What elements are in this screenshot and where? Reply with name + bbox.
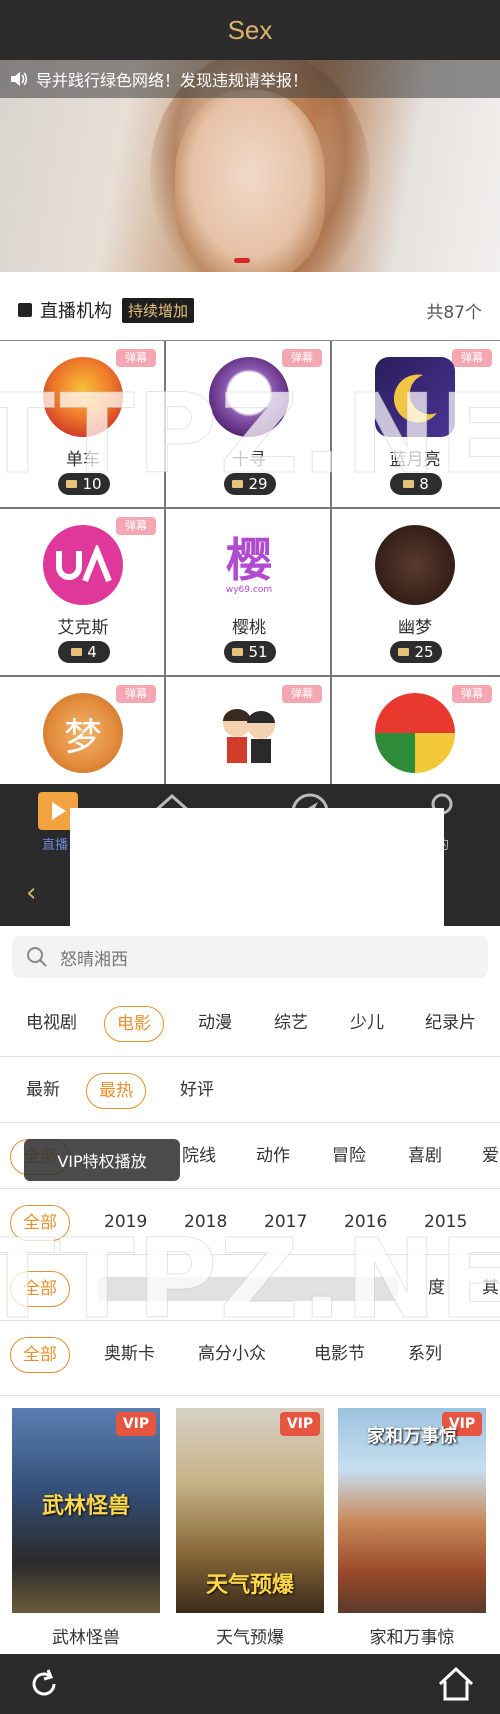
platform-logo: [375, 693, 455, 773]
search-icon: [27, 947, 47, 967]
danmu-badge: 弹幕: [116, 685, 156, 703]
poster-title: 家和万事惊: [367, 1426, 457, 1447]
sort-filter-row: 最新 最热 好评: [0, 1056, 500, 1122]
bottom-toolbar: [0, 1654, 500, 1714]
platform-card[interactable]: 弹幕: [166, 677, 332, 790]
movie-poster[interactable]: VIP 武林怪兽: [12, 1408, 160, 1613]
movie-title: 武林怪兽: [52, 1628, 120, 1648]
filter-chip-active[interactable]: 最热: [86, 1073, 146, 1109]
platform-logo: [43, 525, 123, 605]
section-title: 直播机构: [40, 301, 112, 322]
back-arrow-icon[interactable]: ‹: [26, 878, 36, 908]
watermark-text: TTPZ.NE: [0, 1215, 500, 1344]
filter-chip[interactable]: 喜剧: [408, 1139, 442, 1175]
platform-name: 幽梦: [398, 618, 432, 638]
banner-photo: [175, 90, 325, 272]
movie-poster[interactable]: VIP 天气预爆: [176, 1408, 324, 1613]
filter-chip[interactable]: 综艺: [274, 1006, 308, 1042]
movie-card[interactable]: VIP 家和万事惊 家和万事惊: [338, 1408, 486, 1648]
platform-card[interactable]: 弹幕 艾克斯 4: [0, 509, 166, 677]
danmu-badge: 弹幕: [116, 517, 156, 535]
category-filter-row: 电视剧 电影 动漫 综艺 少儿 纪录片: [0, 990, 500, 1056]
filter-chip[interactable]: 纪录片: [425, 1006, 476, 1042]
live-count: 4: [58, 641, 110, 663]
danmu-badge: 弹幕: [452, 685, 492, 703]
live-count: 51: [224, 641, 276, 663]
movie-grid: VIP 武林怪兽 武林怪兽 VIP 天气预爆 天气预爆 VIP 家和万事惊 家和…: [0, 1395, 500, 1650]
movie-card[interactable]: VIP 天气预爆 天气预爆: [176, 1408, 324, 1648]
danmu-badge: 弹幕: [116, 349, 156, 367]
poster-title: 武林怪兽: [41, 1494, 130, 1519]
platform-logo: 樱 wy69.com: [209, 525, 289, 605]
vip-badge: VIP: [280, 1412, 320, 1436]
watermark-text: TTPZ.NE: [0, 370, 500, 499]
vip-toast: VIP特权播放: [24, 1139, 180, 1181]
platform-logo: [375, 525, 455, 605]
ua-logo-icon: [56, 545, 112, 583]
movie-card[interactable]: VIP 武林怪兽 武林怪兽: [12, 1408, 160, 1648]
platform-card[interactable]: 弹幕 梦: [0, 677, 166, 790]
filter-chip[interactable]: 最新: [26, 1073, 60, 1109]
camera-icon: [71, 648, 83, 656]
notice-text: 导并践行绿色网络！发现违规请举报！: [36, 71, 309, 90]
speaker-icon: [11, 72, 27, 86]
live-count: 25: [390, 641, 442, 663]
platform-logo: [209, 693, 289, 773]
nav-label-live[interactable]: 直播: [42, 834, 68, 853]
square-icon: [18, 303, 32, 317]
search-input[interactable]: 怒晴湘西: [12, 936, 488, 978]
filter-chip[interactable]: 爱: [482, 1139, 499, 1175]
poster-title: 天气预爆: [205, 1573, 294, 1598]
movie-title: 天气预爆: [216, 1628, 284, 1648]
platform-logo: 梦: [43, 693, 123, 773]
filter-chip[interactable]: 好评: [180, 1073, 214, 1109]
section-count: 共87个: [426, 302, 482, 323]
filter-chip[interactable]: 电视剧: [26, 1006, 77, 1042]
banner-pager-dot[interactable]: [234, 258, 250, 263]
movie-title: 家和万事惊: [369, 1628, 455, 1648]
app-title: Sex: [227, 14, 273, 45]
platform-name: 艾克斯: [57, 618, 109, 638]
home-icon[interactable]: [436, 1664, 476, 1704]
filter-chip-active[interactable]: 电影: [104, 1006, 164, 1042]
section-header: 直播机构 持续增加 共87个: [0, 290, 500, 330]
danmu-badge: 弹幕: [282, 685, 322, 703]
danmu-badge: 弹幕: [452, 349, 492, 367]
filter-chip[interactable]: 冒险: [332, 1139, 366, 1175]
platform-card[interactable]: 幽梦 25: [332, 509, 500, 677]
filter-chip[interactable]: 院线: [182, 1139, 216, 1175]
refresh-icon[interactable]: [26, 1666, 62, 1702]
section-tag: 持续增加: [122, 297, 195, 323]
platform-name: 樱桃: [232, 618, 266, 638]
filter-chip[interactable]: 动作: [256, 1139, 290, 1175]
redaction-box: [70, 808, 444, 926]
movie-poster[interactable]: VIP 家和万事惊: [338, 1408, 486, 1613]
notice-bar: 导并践行绿色网络！发现违规请举报！: [0, 60, 500, 98]
filter-chip[interactable]: 少儿: [350, 1006, 384, 1042]
danmu-badge: 弹幕: [282, 349, 322, 367]
vip-badge: VIP: [116, 1412, 156, 1436]
filter-chip[interactable]: 动漫: [198, 1006, 232, 1042]
platform-card[interactable]: 樱 wy69.com 樱桃 51: [166, 509, 332, 677]
search-placeholder: 怒晴湘西: [60, 949, 128, 970]
platform-card[interactable]: 弹幕: [332, 677, 500, 790]
app-header: Sex: [0, 0, 500, 60]
cartoon-couple-icon: [223, 709, 275, 763]
camera-icon: [232, 648, 244, 656]
camera-icon: [398, 648, 410, 656]
